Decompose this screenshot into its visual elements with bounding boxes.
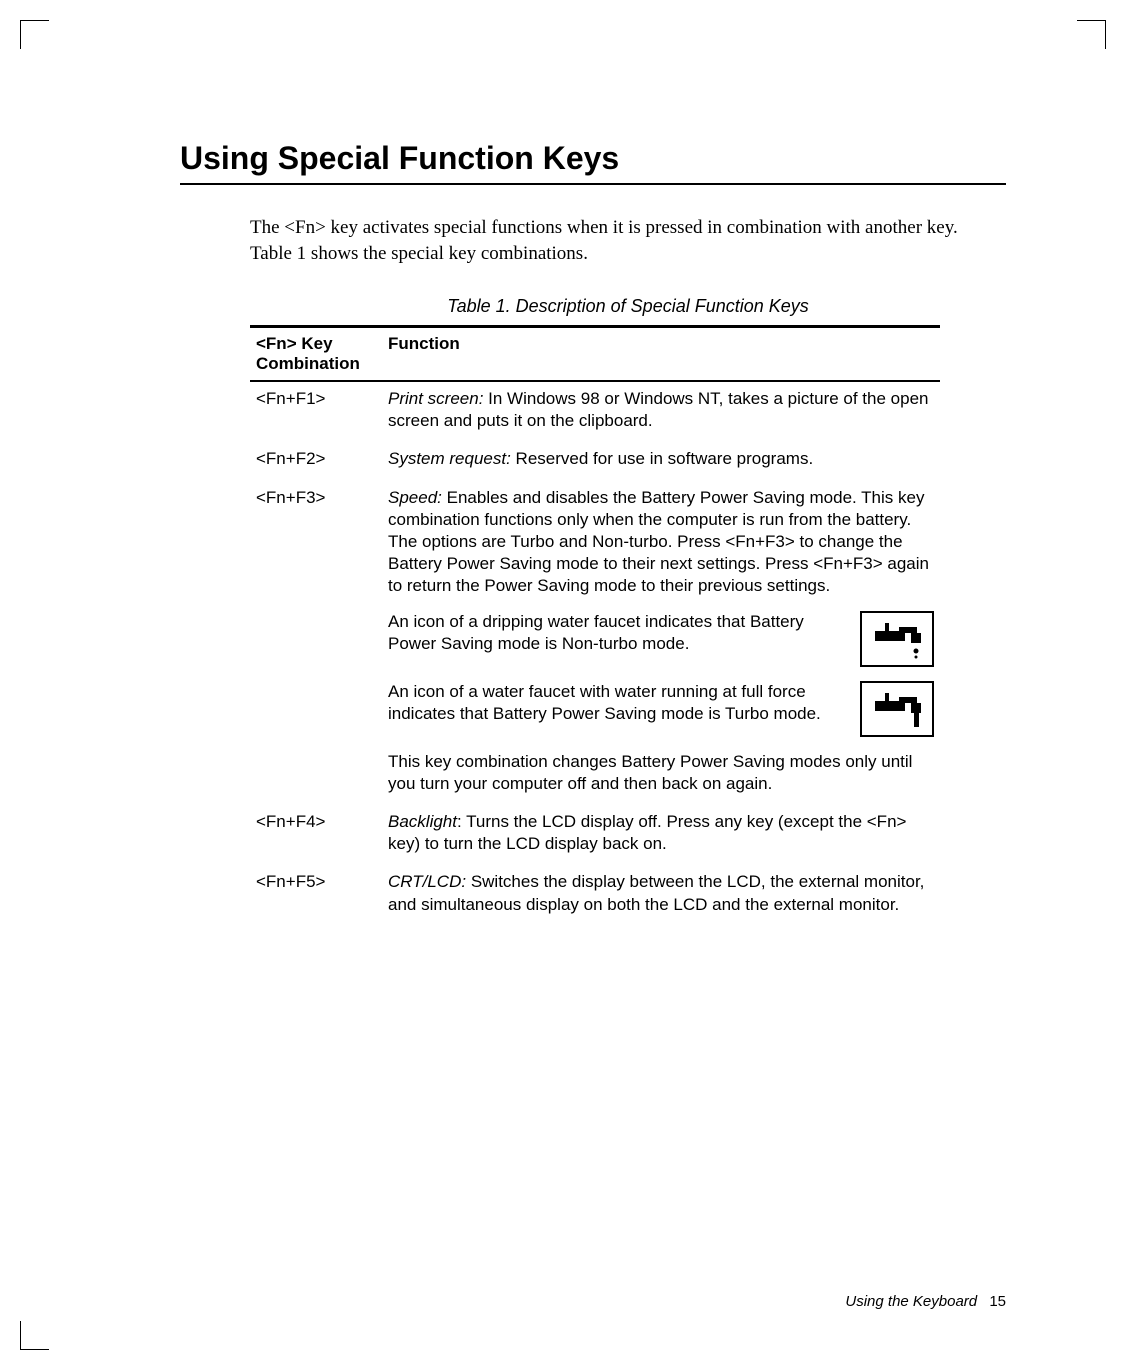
crop-mark-top-right [1077,20,1106,49]
key-cell: <Fn+F5> [250,865,382,925]
table-header-row: <Fn> Key Combination Function [250,327,940,382]
table-row: <Fn+F3> Speed: Enables and disables the … [250,481,940,806]
function-text: : Turns the LCD display off. Press any k… [388,812,906,853]
intro-paragraph: The <Fn> key activates special functions… [250,215,986,266]
key-cell: <Fn+F3> [250,481,382,806]
function-tail-text: This key combination changes Battery Pow… [388,751,934,795]
function-cell: Backlight: Turns the LCD display off. Pr… [382,805,940,865]
function-lead: CRT/LCD: [388,872,466,891]
section-heading: Using Special Function Keys [180,140,1006,177]
function-text: Switches the display between the LCD, th… [388,872,924,913]
function-cell: Print screen: In Windows 98 or Windows N… [382,381,940,442]
icon-text: An icon of a water faucet with water run… [388,681,848,725]
faucet-drip-icon [860,611,934,667]
footer-page-number: 15 [989,1293,1006,1310]
crop-mark-bottom-left [20,1321,49,1350]
table-caption: Table 1. Description of Special Function… [250,296,1006,317]
function-cell: Speed: Enables and disables the Battery … [382,481,940,806]
function-lead: Speed: [388,488,442,507]
key-cell: <Fn+F1> [250,381,382,442]
header-function: Function [382,327,940,382]
table-row: <Fn+F4> Backlight: Turns the LCD display… [250,805,940,865]
table-row: <Fn+F5> CRT/LCD: Switches the display be… [250,865,940,925]
page-footer: Using the Keyboard 15 [845,1293,1006,1310]
header-key-combination: <Fn> Key Combination [250,327,382,382]
function-lead: Print screen: [388,389,483,408]
key-cell: <Fn+F4> [250,805,382,865]
icon-block-turbo: An icon of a water faucet with water run… [388,681,934,737]
function-cell: CRT/LCD: Switches the display between th… [382,865,940,925]
icon-block-nonturbo: An icon of a dripping water faucet indic… [388,611,934,667]
function-lead: System request: [388,449,511,468]
function-text: Enables and disables the Battery Power S… [388,488,929,595]
table-row: <Fn+F2> System request: Reserved for use… [250,442,940,480]
crop-mark-top-left [20,20,49,49]
table-row: <Fn+F1> Print screen: In Windows 98 or W… [250,381,940,442]
icon-text: An icon of a dripping water faucet indic… [388,611,848,655]
section-underline [180,183,1006,185]
function-text: Reserved for use in software programs. [511,449,813,468]
key-cell: <Fn+F2> [250,442,382,480]
function-cell: System request: Reserved for use in soft… [382,442,940,480]
footer-text: Using the Keyboard [845,1293,977,1310]
function-lead: Backlight [388,812,457,831]
faucet-stream-icon [860,681,934,737]
function-keys-table: <Fn> Key Combination Function <Fn+F1> Pr… [250,325,940,925]
